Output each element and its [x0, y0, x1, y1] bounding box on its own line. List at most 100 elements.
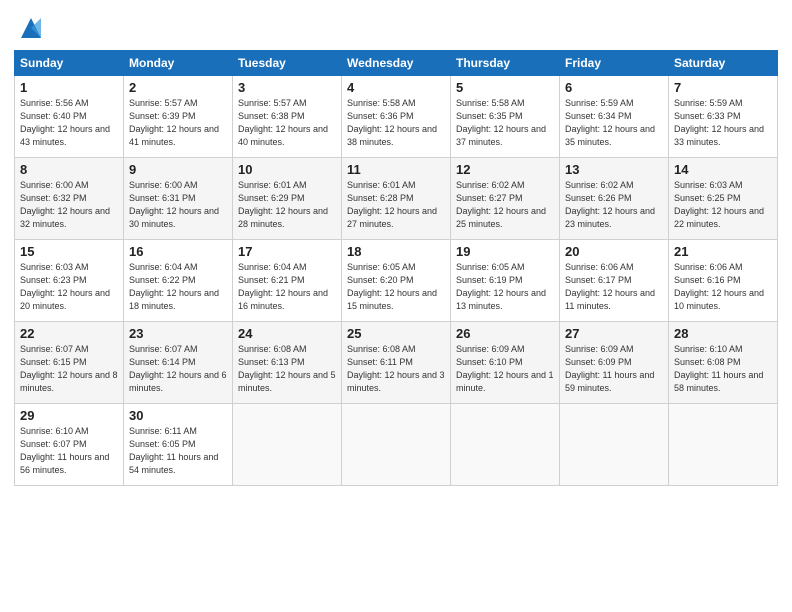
page-header: [14, 10, 778, 42]
day-info: Sunrise: 6:07 AMSunset: 6:15 PMDaylight:…: [20, 343, 118, 395]
calendar-week-row: 15 Sunrise: 6:03 AMSunset: 6:23 PMDayligh…: [15, 240, 778, 322]
day-number: 5: [456, 80, 554, 95]
calendar-day-cell: 10Sunrise: 6:01 AMSunset: 6:29 PMDayligh…: [233, 158, 342, 240]
day-number: 24: [238, 326, 336, 341]
calendar-day-cell: [669, 404, 778, 486]
day-info: Sunrise: 5:59 AMSunset: 6:34 PMDaylight:…: [565, 97, 663, 149]
logo-icon: [17, 14, 45, 42]
day-number: 22: [20, 326, 118, 341]
day-info: Sunrise: 6:02 AMSunset: 6:26 PMDaylight:…: [565, 179, 663, 231]
calendar-day-cell: 5 Sunrise: 5:58 AMSunset: 6:35 PMDaylight…: [451, 76, 560, 158]
day-number: 7: [674, 80, 772, 95]
day-number: 21: [674, 244, 772, 259]
day-number: 27: [565, 326, 663, 341]
calendar-day-cell: 27 Sunrise: 6:09 AMSunset: 6:09 PMDayligh…: [560, 322, 669, 404]
day-info: Sunrise: 6:05 AMSunset: 6:19 PMDaylight:…: [456, 261, 554, 313]
day-number: 8: [20, 162, 118, 177]
day-info: Sunrise: 5:56 AMSunset: 6:40 PMDaylight:…: [20, 97, 118, 149]
day-number: 23: [129, 326, 227, 341]
col-header-thursday: Thursday: [451, 51, 560, 76]
calendar-day-cell: [233, 404, 342, 486]
day-number: 30: [129, 408, 227, 423]
day-number: 16: [129, 244, 227, 259]
calendar-day-cell: 6 Sunrise: 5:59 AMSunset: 6:34 PMDaylight…: [560, 76, 669, 158]
calendar-day-cell: 18 Sunrise: 6:05 AMSunset: 6:20 PMDayligh…: [342, 240, 451, 322]
col-header-saturday: Saturday: [669, 51, 778, 76]
day-info: Sunrise: 6:00 AMSunset: 6:31 PMDaylight:…: [129, 179, 227, 231]
calendar-day-cell: 15 Sunrise: 6:03 AMSunset: 6:23 PMDayligh…: [15, 240, 124, 322]
day-info: Sunrise: 5:59 AMSunset: 6:33 PMDaylight:…: [674, 97, 772, 149]
day-info: Sunrise: 6:07 AMSunset: 6:14 PMDaylight:…: [129, 343, 227, 395]
calendar-day-cell: 25 Sunrise: 6:08 AMSunset: 6:11 PMDayligh…: [342, 322, 451, 404]
day-info: Sunrise: 5:58 AMSunset: 6:36 PMDaylight:…: [347, 97, 445, 149]
calendar-day-cell: 23 Sunrise: 6:07 AMSunset: 6:14 PMDayligh…: [124, 322, 233, 404]
day-info: Sunrise: 5:57 AMSunset: 6:38 PMDaylight:…: [238, 97, 336, 149]
day-info: Sunrise: 5:57 AMSunset: 6:39 PMDaylight:…: [129, 97, 227, 149]
day-info: Sunrise: 6:08 AMSunset: 6:13 PMDaylight:…: [238, 343, 336, 395]
day-number: 13: [565, 162, 663, 177]
day-number: 6: [565, 80, 663, 95]
calendar-week-row: 1 Sunrise: 5:56 AMSunset: 6:40 PMDaylight…: [15, 76, 778, 158]
col-header-friday: Friday: [560, 51, 669, 76]
calendar-day-cell: 2 Sunrise: 5:57 AMSunset: 6:39 PMDaylight…: [124, 76, 233, 158]
day-info: Sunrise: 6:03 AMSunset: 6:25 PMDaylight:…: [674, 179, 772, 231]
day-number: 12: [456, 162, 554, 177]
day-number: 14: [674, 162, 772, 177]
calendar-day-cell: [342, 404, 451, 486]
col-header-wednesday: Wednesday: [342, 51, 451, 76]
day-number: 19: [456, 244, 554, 259]
calendar-day-cell: 13 Sunrise: 6:02 AMSunset: 6:26 PMDayligh…: [560, 158, 669, 240]
calendar-week-row: 29Sunrise: 6:10 AMSunset: 6:07 PMDayligh…: [15, 404, 778, 486]
calendar-day-cell: 11Sunrise: 6:01 AMSunset: 6:28 PMDayligh…: [342, 158, 451, 240]
day-number: 4: [347, 80, 445, 95]
day-info: Sunrise: 6:05 AMSunset: 6:20 PMDaylight:…: [347, 261, 445, 313]
col-header-tuesday: Tuesday: [233, 51, 342, 76]
calendar-header-row: SundayMondayTuesdayWednesdayThursdayFrid…: [15, 51, 778, 76]
calendar-day-cell: 8 Sunrise: 6:00 AMSunset: 6:32 PMDaylight…: [15, 158, 124, 240]
calendar-day-cell: 12 Sunrise: 6:02 AMSunset: 6:27 PMDayligh…: [451, 158, 560, 240]
calendar-day-cell: 1 Sunrise: 5:56 AMSunset: 6:40 PMDaylight…: [15, 76, 124, 158]
day-info: Sunrise: 6:03 AMSunset: 6:23 PMDaylight:…: [20, 261, 118, 313]
day-number: 28: [674, 326, 772, 341]
calendar-day-cell: [451, 404, 560, 486]
day-number: 15: [20, 244, 118, 259]
col-header-sunday: Sunday: [15, 51, 124, 76]
page-container: SundayMondayTuesdayWednesdayThursdayFrid…: [0, 0, 792, 496]
day-info: Sunrise: 6:08 AMSunset: 6:11 PMDaylight:…: [347, 343, 445, 395]
day-info: Sunrise: 6:06 AMSunset: 6:17 PMDaylight:…: [565, 261, 663, 313]
calendar-day-cell: 30 Sunrise: 6:11 AMSunset: 6:05 PMDayligh…: [124, 404, 233, 486]
col-header-monday: Monday: [124, 51, 233, 76]
day-number: 25: [347, 326, 445, 341]
calendar-day-cell: 14 Sunrise: 6:03 AMSunset: 6:25 PMDayligh…: [669, 158, 778, 240]
day-number: 11: [347, 162, 445, 177]
day-info: Sunrise: 6:09 AMSunset: 6:09 PMDaylight:…: [565, 343, 663, 395]
calendar-day-cell: [560, 404, 669, 486]
day-number: 2: [129, 80, 227, 95]
day-info: Sunrise: 6:06 AMSunset: 6:16 PMDaylight:…: [674, 261, 772, 313]
calendar-day-cell: 3Sunrise: 5:57 AMSunset: 6:38 PMDaylight…: [233, 76, 342, 158]
day-info: Sunrise: 6:11 AMSunset: 6:05 PMDaylight:…: [129, 425, 227, 477]
calendar-table: SundayMondayTuesdayWednesdayThursdayFrid…: [14, 50, 778, 486]
calendar-day-cell: 28 Sunrise: 6:10 AMSunset: 6:08 PMDayligh…: [669, 322, 778, 404]
calendar-day-cell: 4 Sunrise: 5:58 AMSunset: 6:36 PMDaylight…: [342, 76, 451, 158]
day-number: 26: [456, 326, 554, 341]
day-number: 17: [238, 244, 336, 259]
calendar-day-cell: 21 Sunrise: 6:06 AMSunset: 6:16 PMDayligh…: [669, 240, 778, 322]
calendar-day-cell: 20 Sunrise: 6:06 AMSunset: 6:17 PMDayligh…: [560, 240, 669, 322]
day-info: Sunrise: 6:01 AMSunset: 6:29 PMDaylight:…: [238, 179, 336, 231]
calendar-day-cell: 19 Sunrise: 6:05 AMSunset: 6:19 PMDayligh…: [451, 240, 560, 322]
day-info: Sunrise: 6:00 AMSunset: 6:32 PMDaylight:…: [20, 179, 118, 231]
day-info: Sunrise: 5:58 AMSunset: 6:35 PMDaylight:…: [456, 97, 554, 149]
day-number: 1: [20, 80, 118, 95]
calendar-day-cell: 22 Sunrise: 6:07 AMSunset: 6:15 PMDayligh…: [15, 322, 124, 404]
calendar-week-row: 22 Sunrise: 6:07 AMSunset: 6:15 PMDayligh…: [15, 322, 778, 404]
day-number: 18: [347, 244, 445, 259]
day-info: Sunrise: 6:04 AMSunset: 6:21 PMDaylight:…: [238, 261, 336, 313]
day-info: Sunrise: 6:10 AMSunset: 6:08 PMDaylight:…: [674, 343, 772, 395]
day-info: Sunrise: 6:04 AMSunset: 6:22 PMDaylight:…: [129, 261, 227, 313]
calendar-day-cell: 17 Sunrise: 6:04 AMSunset: 6:21 PMDayligh…: [233, 240, 342, 322]
day-number: 20: [565, 244, 663, 259]
day-info: Sunrise: 6:02 AMSunset: 6:27 PMDaylight:…: [456, 179, 554, 231]
day-number: 29: [20, 408, 118, 423]
day-info: Sunrise: 6:09 AMSunset: 6:10 PMDaylight:…: [456, 343, 554, 395]
